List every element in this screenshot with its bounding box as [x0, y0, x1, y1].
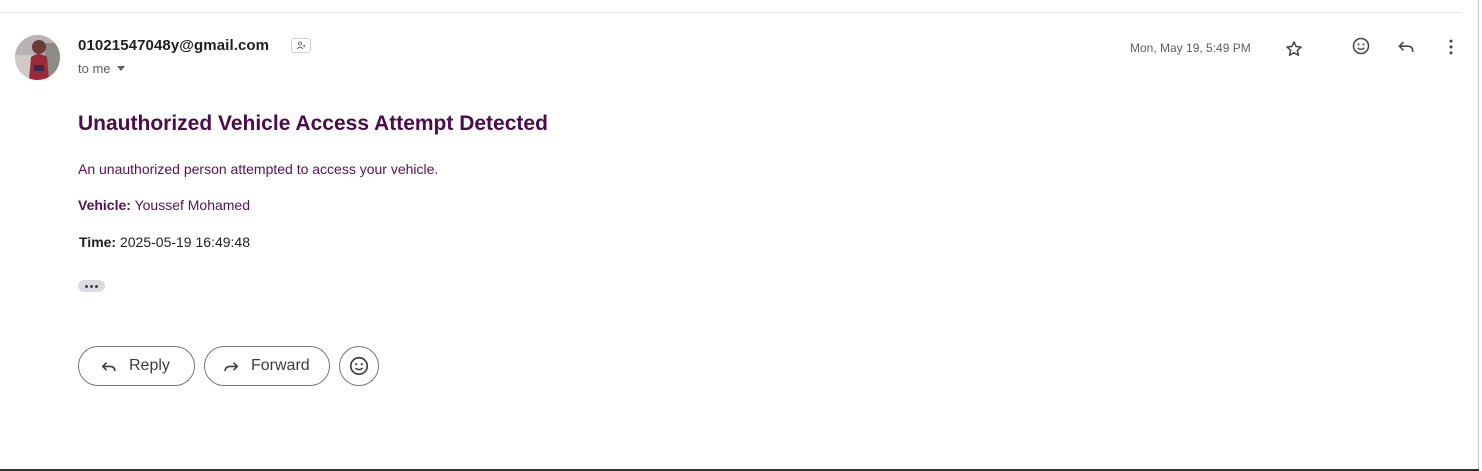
dot — [90, 284, 93, 288]
dot — [85, 284, 88, 288]
right-border — [1478, 0, 1479, 471]
top-divider — [0, 12, 1462, 13]
dot — [95, 284, 98, 288]
emoji-icon[interactable] — [1349, 34, 1373, 58]
forward-label: Forward — [251, 357, 310, 374]
star-icon[interactable] — [1282, 37, 1306, 61]
sender-avatar[interactable] — [15, 35, 60, 80]
message-date: Mon, May 19, 5:49 PM — [1130, 41, 1251, 55]
body-intro: An unauthorized person attempted to acce… — [78, 161, 439, 177]
vehicle-line: Vehicle: Youssef Mohamed — [78, 197, 250, 213]
forward-button[interactable]: Forward — [204, 346, 330, 386]
time-value: 2025-05-19 16:49:48 — [119, 234, 250, 250]
forward-icon — [221, 356, 241, 376]
reply-button[interactable]: Reply — [78, 346, 195, 386]
emoji-reaction-button[interactable] — [339, 346, 379, 386]
sender-email[interactable]: 01021547048y@gmail.com — [78, 37, 269, 54]
show-trimmed-content-button[interactable] — [78, 280, 105, 292]
recipient-label: to me — [78, 61, 111, 76]
vehicle-value: Youssef Mohamed — [134, 197, 251, 213]
time-label: Time: — [79, 234, 117, 250]
reply-icon — [99, 356, 119, 376]
recipient-details-toggle[interactable]: to me — [78, 61, 125, 76]
emoji-icon — [349, 356, 369, 376]
more-vert-icon[interactable] — [1439, 35, 1463, 59]
reply-icon[interactable] — [1394, 35, 1418, 59]
vehicle-label: Vehicle: — [78, 197, 131, 213]
email-subject: Unauthorized Vehicle Access Attempt Dete… — [78, 112, 548, 135]
time-line: Time: 2025-05-19 16:49:48 — [79, 234, 250, 250]
chevron-down-icon — [116, 66, 125, 71]
sender-info-icon[interactable] — [291, 38, 311, 53]
reply-label: Reply — [129, 357, 170, 374]
